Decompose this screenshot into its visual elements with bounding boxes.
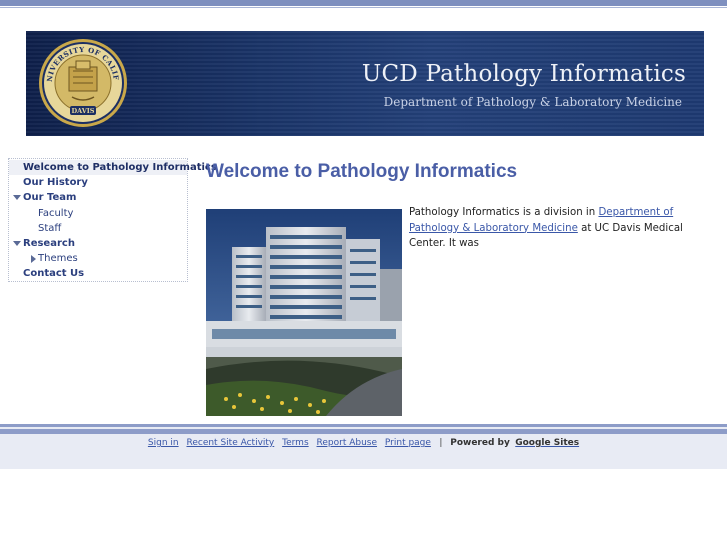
sidebar-item-our-history[interactable]: Our History bbox=[9, 175, 187, 190]
report-abuse-link[interactable]: Report Abuse bbox=[317, 438, 378, 448]
recent-site-activity-link[interactable]: Recent Site Activity bbox=[186, 438, 274, 448]
sidebar-item-label: Staff bbox=[38, 222, 62, 234]
page-title: Welcome to Pathology Informatics bbox=[206, 161, 518, 182]
uc-davis-seal-logo: THE UNIVERSITY OF CALIFORNIA DAVIS bbox=[38, 37, 127, 127]
google-sites-label: Google Sites bbox=[515, 438, 580, 448]
sidebar-item-our-team[interactable]: Our Team bbox=[9, 190, 187, 205]
intro-text-prefix: Pathology Informatics is a division in bbox=[409, 207, 599, 218]
sidebar-item-contact-us[interactable]: Contact Us bbox=[9, 266, 187, 281]
sidebar-item-themes[interactable]: Themes bbox=[9, 251, 187, 266]
expand-arrow-icon[interactable] bbox=[13, 195, 21, 201]
collapse-arrow-icon[interactable] bbox=[31, 254, 36, 263]
sidebar-item-staff[interactable]: Staff bbox=[9, 221, 187, 236]
sidebar-item-label: Welcome to Pathology Informatics bbox=[23, 162, 217, 173]
sidebar-item-label: Themes bbox=[38, 253, 78, 265]
expand-arrow-icon[interactable] bbox=[13, 240, 21, 246]
sidebar-navigation: Welcome to Pathology Informatics Our His… bbox=[8, 158, 217, 282]
svg-text:DAVIS: DAVIS bbox=[72, 107, 95, 115]
sidebar-item-label: Contact Us bbox=[23, 268, 85, 280]
top-decorative-bar bbox=[0, 0, 727, 6]
banner-title: UCD Pathology Informatics bbox=[361, 61, 686, 87]
terms-link[interactable]: Terms bbox=[282, 438, 309, 448]
sidebar-item-label: Faculty bbox=[38, 207, 74, 219]
sidebar-item-label: Our Team bbox=[23, 192, 77, 204]
sidebar-item-label: Our History bbox=[23, 177, 88, 189]
footer-decorative-bar-2 bbox=[0, 429, 727, 434]
sign-in-link[interactable]: Sign in bbox=[148, 438, 179, 448]
banner-subtitle: Department of Pathology & Laboratory Med… bbox=[383, 95, 682, 109]
top-decorative-line bbox=[0, 7, 727, 8]
medical-center-photo bbox=[206, 209, 402, 416]
footer-separator: | bbox=[439, 438, 443, 448]
sidebar-item-research[interactable]: Research bbox=[9, 236, 187, 251]
sidebar-item-welcome[interactable]: Welcome to Pathology Informatics bbox=[9, 160, 217, 176]
site-footer: Sign in Recent Site Activity Terms Repor… bbox=[0, 438, 727, 448]
print-page-link[interactable]: Print page bbox=[385, 438, 431, 448]
sidebar-item-label: Research bbox=[23, 237, 75, 249]
footer-decorative-bar bbox=[0, 424, 727, 427]
powered-by-text: Powered by bbox=[450, 438, 510, 448]
site-header-banner[interactable]: THE UNIVERSITY OF CALIFORNIA DAVIS UCD P… bbox=[26, 31, 704, 136]
sidebar-item-faculty[interactable]: Faculty bbox=[9, 206, 187, 221]
google-sites-link[interactable]: Google Sites bbox=[515, 438, 579, 448]
intro-paragraph: Pathology Informatics is a division in D… bbox=[409, 205, 709, 252]
